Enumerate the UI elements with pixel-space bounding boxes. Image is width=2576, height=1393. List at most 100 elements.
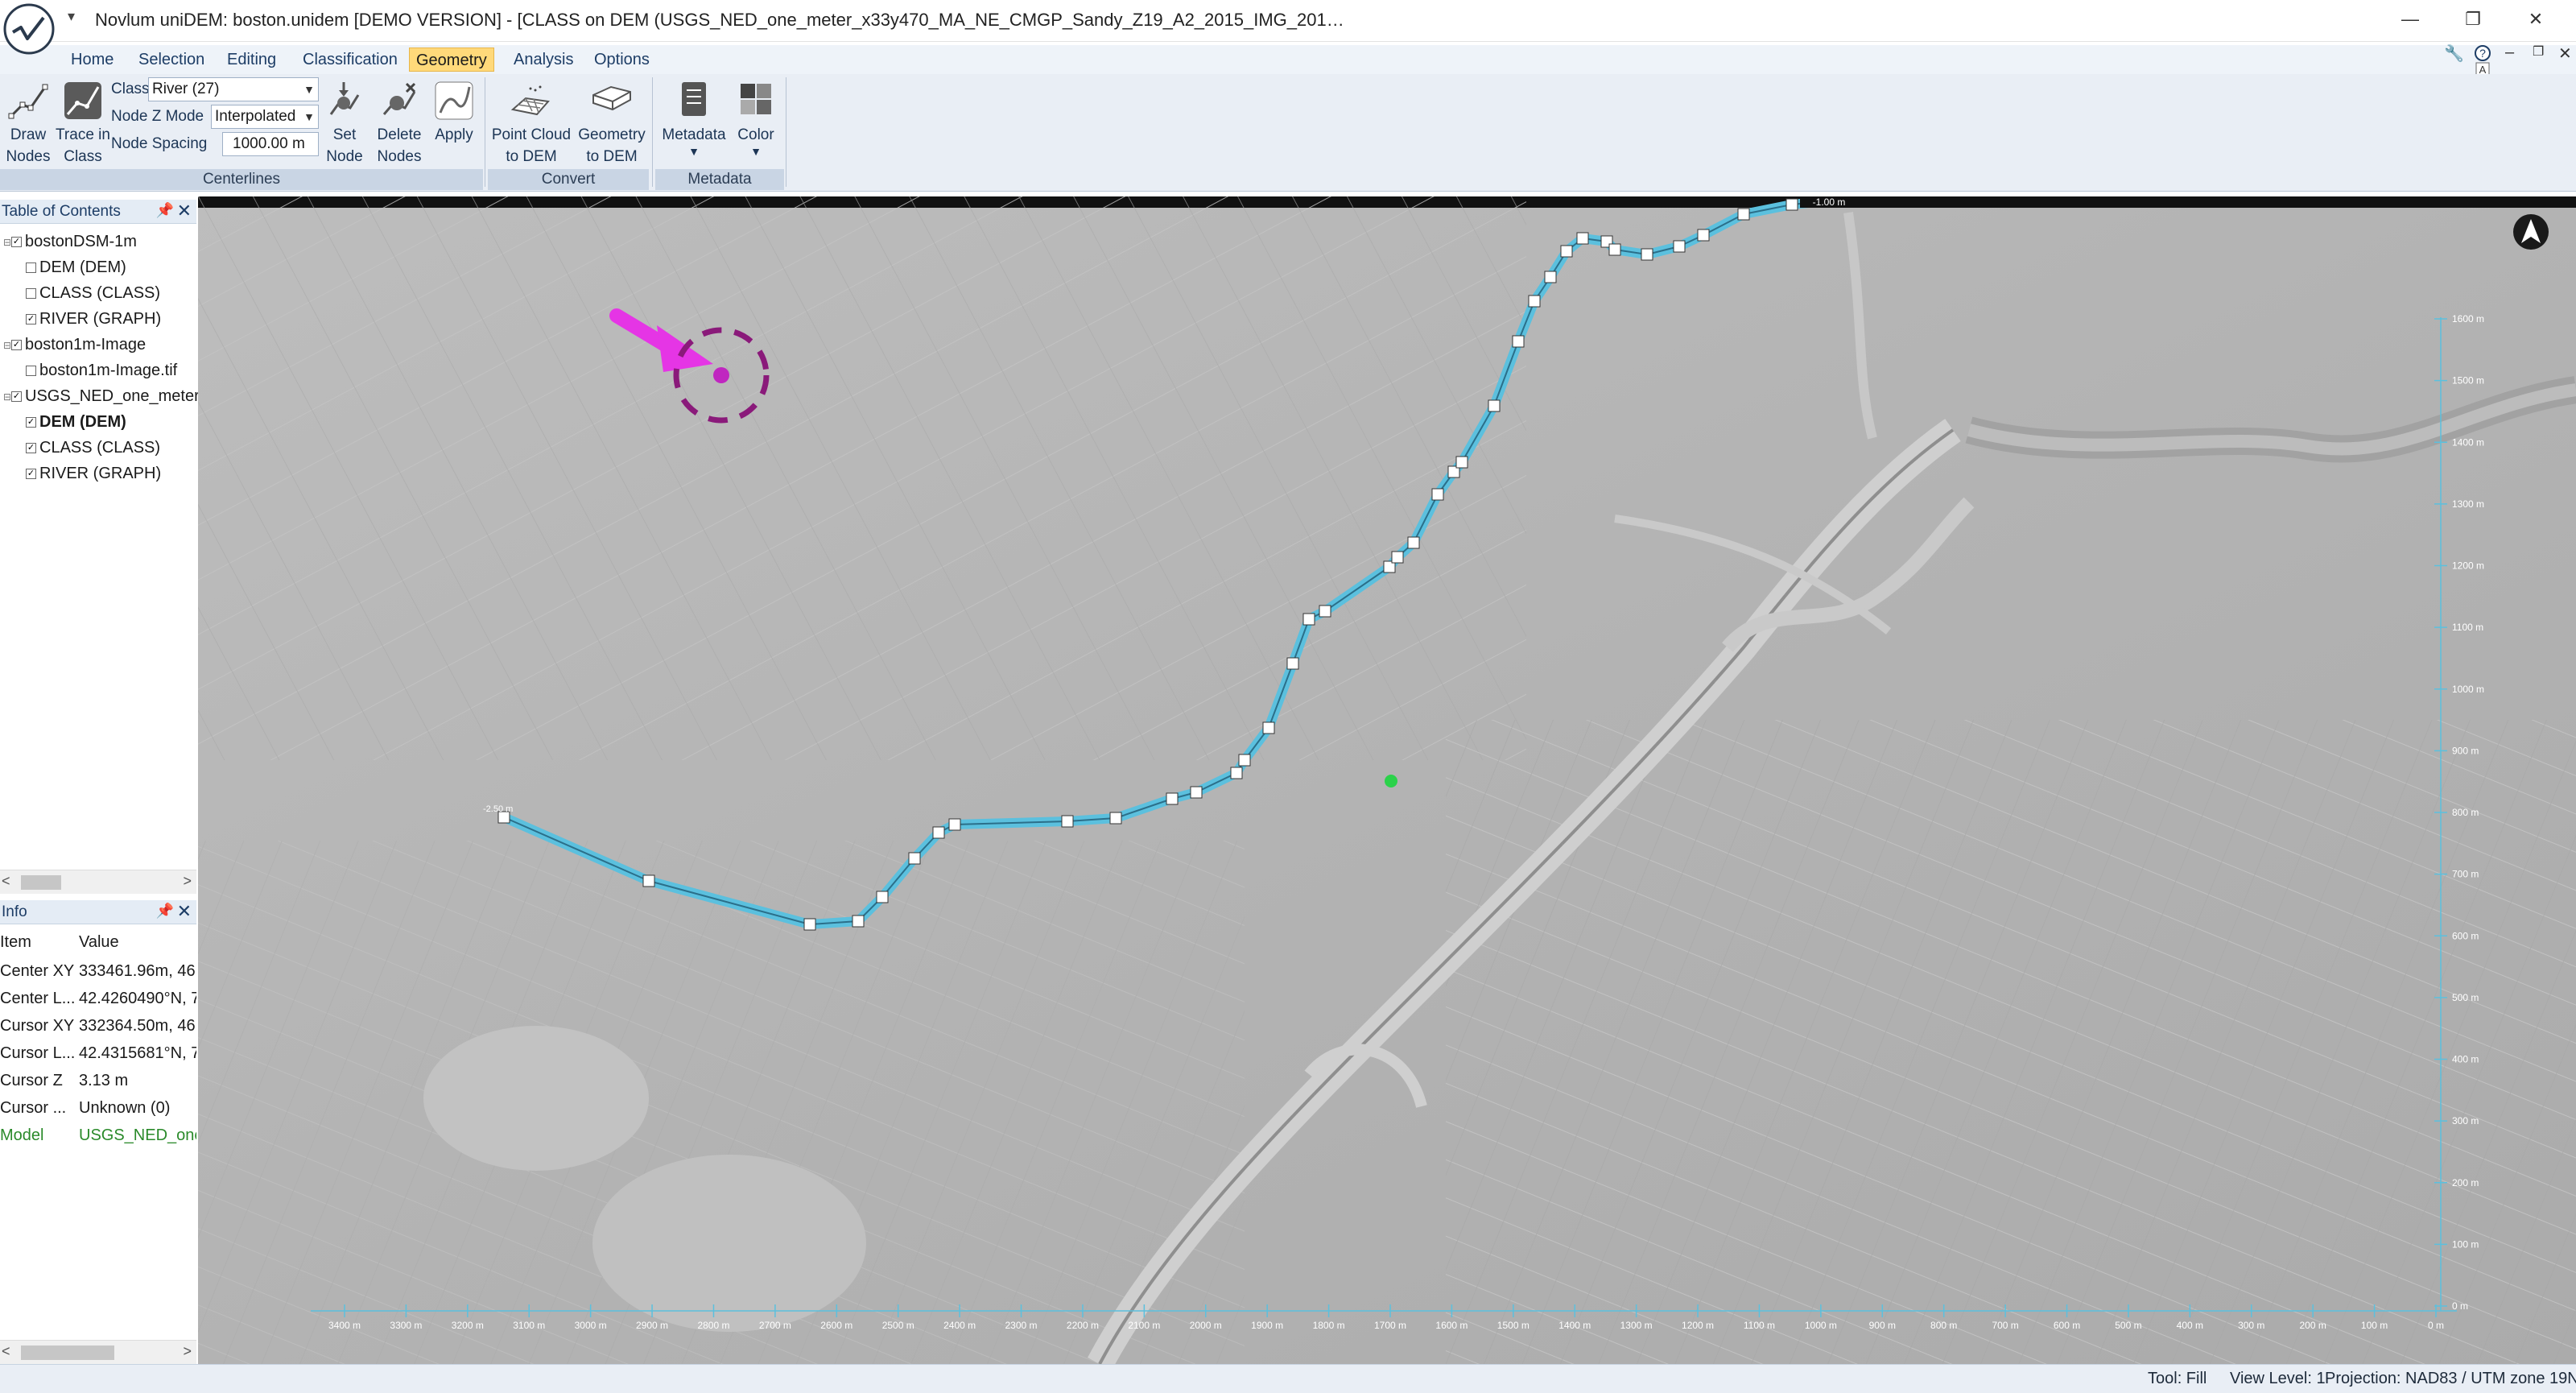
river-node[interactable] bbox=[948, 818, 961, 831]
river-node[interactable] bbox=[876, 891, 889, 903]
collapse-icon[interactable]: ⊟ bbox=[3, 334, 11, 357]
river-node[interactable] bbox=[1431, 488, 1444, 501]
river-node[interactable] bbox=[852, 915, 865, 928]
river-node[interactable] bbox=[1512, 335, 1525, 348]
tab-options[interactable]: Options bbox=[588, 48, 656, 72]
apply-button[interactable]: Apply bbox=[428, 79, 480, 146]
river-node[interactable] bbox=[1528, 295, 1541, 308]
close-icon[interactable]: ✕ bbox=[177, 901, 192, 922]
scroll-thumb[interactable] bbox=[21, 1345, 114, 1360]
mdi-close-button[interactable]: ✕ bbox=[2558, 43, 2572, 64]
river-node[interactable] bbox=[1560, 245, 1573, 258]
collapse-icon[interactable]: ⊟ bbox=[3, 231, 11, 254]
river-node[interactable] bbox=[1455, 456, 1468, 469]
scroll-left-icon[interactable]: < bbox=[2, 1343, 10, 1360]
toc-tree: ⊟ ✓ bostonDSM-1m DEM (DEM) CLASS (CLASS) ✓… bbox=[0, 225, 200, 870]
river-node[interactable] bbox=[932, 826, 945, 839]
river-node[interactable] bbox=[1608, 243, 1621, 256]
tab-editing[interactable]: Editing bbox=[221, 48, 283, 72]
river-node[interactable] bbox=[1286, 657, 1299, 670]
tab-classification[interactable]: Classification bbox=[296, 48, 404, 72]
river-node[interactable] bbox=[1109, 812, 1122, 825]
toc-item-boston-image[interactable]: ⊟ ✓ boston1m-Image bbox=[3, 333, 146, 356]
river-node[interactable] bbox=[1673, 240, 1686, 253]
checkbox-checked-icon[interactable]: ✓ bbox=[11, 340, 22, 351]
color-button[interactable]: Color ▼ bbox=[731, 79, 781, 157]
pin-icon[interactable]: 📌 bbox=[156, 903, 174, 920]
river-node[interactable] bbox=[1238, 754, 1251, 767]
tab-analysis[interactable]: Analysis bbox=[507, 48, 580, 72]
metadata-button[interactable]: Metadata ▼ bbox=[655, 79, 733, 157]
tab-home[interactable]: Home bbox=[64, 48, 120, 72]
checkbox-checked-icon[interactable]: ✓ bbox=[26, 469, 36, 480]
river-node[interactable] bbox=[803, 918, 816, 931]
checkbox-checked-icon[interactable]: ✓ bbox=[26, 417, 36, 428]
river-node[interactable] bbox=[1544, 271, 1557, 283]
toc-item-river[interactable]: ✓ RIVER (GRAPH) bbox=[26, 308, 161, 330]
tab-geometry[interactable]: Geometry bbox=[409, 48, 494, 72]
node-spacing-input[interactable]: 1000.00 m bbox=[222, 132, 319, 156]
checkbox-checked-icon[interactable]: ✓ bbox=[26, 443, 36, 454]
checkbox-checked-icon[interactable]: ✓ bbox=[11, 237, 22, 248]
river-node[interactable] bbox=[1262, 721, 1275, 734]
mdi-minimize-button[interactable]: – bbox=[2505, 43, 2514, 62]
checkbox-checked-icon[interactable]: ✓ bbox=[11, 391, 22, 403]
toc-horizontal-scrollbar[interactable]: < > bbox=[0, 870, 196, 894]
checkbox-unchecked-icon[interactable] bbox=[26, 262, 36, 274]
river-node[interactable] bbox=[1576, 232, 1589, 245]
geometry-to-dem-button[interactable]: Geometry to DEM bbox=[575, 79, 649, 167]
toc-item-image-tif[interactable]: boston1m-Image.tif bbox=[26, 359, 177, 382]
close-button[interactable]: ✕ bbox=[2520, 6, 2552, 32]
toc-item-river-2[interactable]: ✓ RIVER (GRAPH) bbox=[26, 462, 161, 485]
map-canvas[interactable]: -2.50 m -1.00 m 3400 m 3300 m 3200 m 3100 m… bbox=[198, 196, 2576, 1364]
river-node[interactable] bbox=[1302, 613, 1315, 626]
river-node[interactable] bbox=[1697, 229, 1710, 242]
restore-button[interactable]: ❐ bbox=[2457, 6, 2489, 32]
checkbox-unchecked-icon[interactable] bbox=[26, 366, 36, 377]
river-node[interactable] bbox=[1407, 536, 1420, 549]
river-node[interactable] bbox=[1190, 786, 1203, 799]
delete-nodes-button[interactable]: Delete Nodes bbox=[372, 79, 427, 167]
draw-nodes-button[interactable]: Draw Nodes bbox=[2, 79, 55, 167]
toc-item-class-2[interactable]: ✓ CLASS (CLASS) bbox=[26, 436, 160, 459]
app-logo-icon[interactable] bbox=[3, 3, 55, 55]
help-icon[interactable]: ? A bbox=[2471, 45, 2494, 77]
collapse-icon[interactable]: ⊟ bbox=[3, 386, 11, 408]
tab-selection[interactable]: Selection bbox=[132, 48, 211, 72]
map-view[interactable]: -2.50 m -1.00 m 3400 m 3300 m 3200 m 3100 m… bbox=[198, 196, 2576, 1364]
river-node[interactable] bbox=[1061, 815, 1074, 828]
point-cloud-to-dem-button[interactable]: Point Cloud to DEM bbox=[488, 79, 575, 167]
river-node[interactable] bbox=[642, 874, 655, 887]
river-node[interactable] bbox=[1785, 198, 1798, 211]
info-horizontal-scrollbar[interactable]: < > bbox=[0, 1340, 196, 1364]
river-node[interactable] bbox=[1166, 792, 1179, 805]
river-node[interactable] bbox=[1641, 248, 1653, 261]
toc-item-usgs-ned[interactable]: ⊟ ✓ USGS_NED_one_meter bbox=[3, 385, 200, 407]
river-node[interactable] bbox=[1319, 605, 1331, 618]
scroll-thumb[interactable] bbox=[21, 875, 61, 890]
river-node[interactable] bbox=[1391, 551, 1404, 564]
toc-item-dem[interactable]: DEM (DEM) bbox=[26, 256, 126, 279]
scroll-right-icon[interactable]: > bbox=[183, 873, 192, 890]
checkbox-unchecked-icon[interactable] bbox=[26, 288, 36, 300]
toc-item-class[interactable]: CLASS (CLASS) bbox=[26, 282, 160, 304]
tools-icon[interactable]: 🔧 bbox=[2444, 43, 2464, 64]
quick-access-dropdown-icon[interactable]: ▾ bbox=[68, 8, 75, 25]
river-node[interactable] bbox=[908, 852, 921, 865]
mdi-restore-button[interactable]: ❐ bbox=[2533, 43, 2544, 60]
scroll-left-icon[interactable]: < bbox=[2, 873, 10, 890]
trace-in-class-button[interactable]: Trace in Class bbox=[55, 79, 111, 167]
node-z-mode-dropdown[interactable]: Interpolated ▼ bbox=[211, 105, 319, 129]
river-node[interactable] bbox=[1488, 399, 1501, 412]
class-dropdown[interactable]: River (27) ▼ bbox=[148, 77, 319, 101]
scroll-right-icon[interactable]: > bbox=[183, 1343, 192, 1360]
minimize-button[interactable]: — bbox=[2394, 6, 2426, 32]
toc-item-bostondsm[interactable]: ⊟ ✓ bostonDSM-1m bbox=[3, 230, 137, 253]
toc-item-dem-active[interactable]: ✓ DEM (DEM) bbox=[26, 411, 126, 433]
river-node[interactable] bbox=[1737, 208, 1750, 221]
checkbox-checked-icon[interactable]: ✓ bbox=[26, 314, 36, 325]
north-arrow-icon[interactable] bbox=[2513, 214, 2549, 250]
river-node[interactable] bbox=[1230, 767, 1243, 779]
close-icon[interactable]: ✕ bbox=[177, 200, 192, 221]
pin-icon[interactable]: 📌 bbox=[156, 202, 174, 219]
